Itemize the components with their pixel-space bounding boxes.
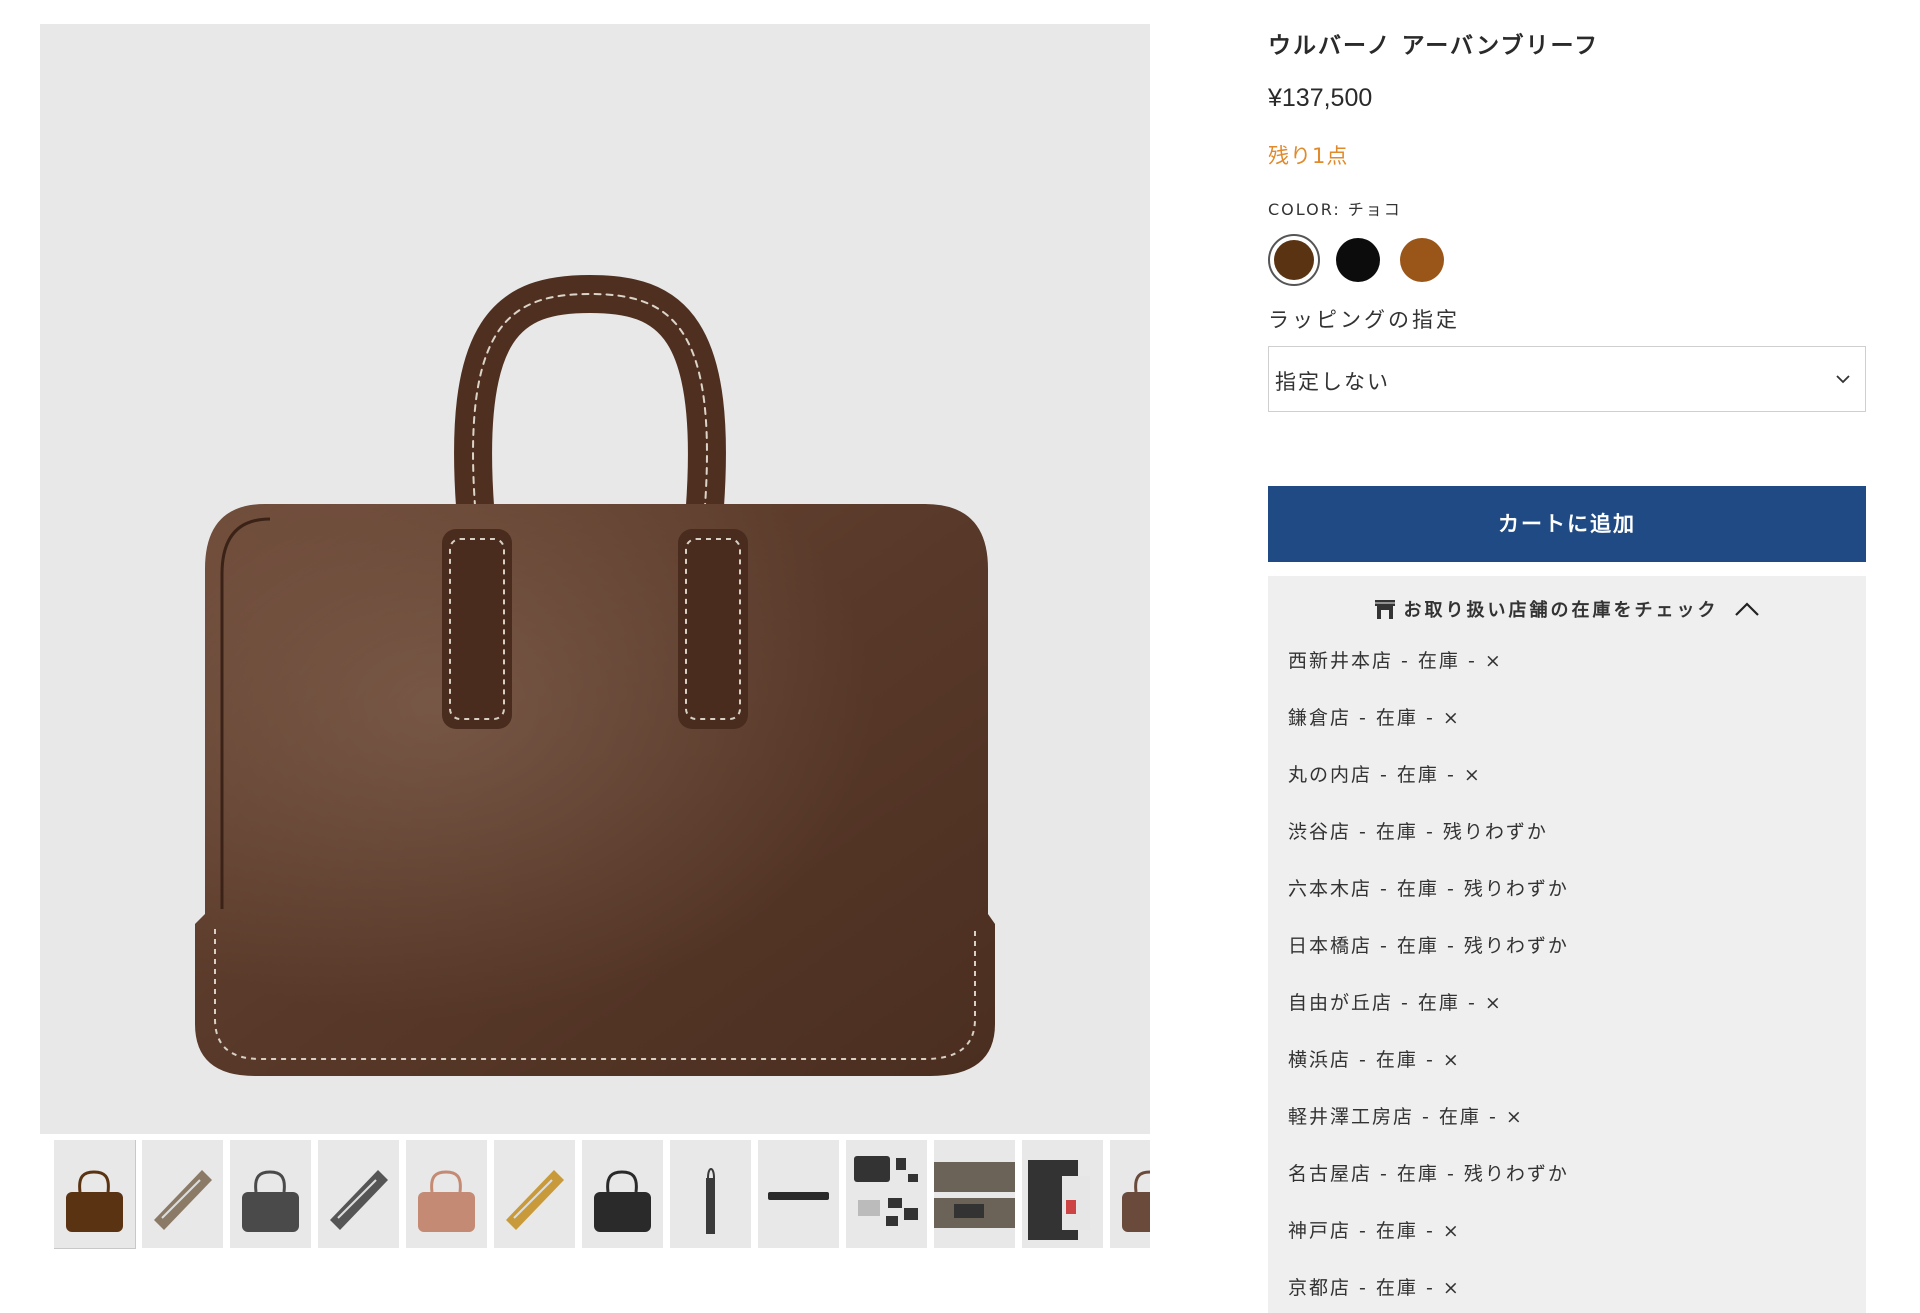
product-title: ウルバーノ アーバンブリーフ: [1268, 33, 1600, 59]
store-stock-item: 鎌倉店 - 在庫 - ×: [1288, 707, 1461, 729]
gallery-thumbnail[interactable]: [318, 1140, 399, 1248]
product-price: ¥137,500: [1268, 84, 1373, 112]
briefcase-illustration: [195, 274, 995, 1076]
thumbnail-strip: [54, 1140, 1150, 1250]
store-stock-panel: お取り扱い店舗の在庫をチェック 西新井本店 - 在庫 - × 鎌倉店 - 在庫 …: [1268, 576, 1866, 1313]
store-stock-item: 軽井澤工房店 - 在庫 - ×: [1288, 1106, 1524, 1128]
color-label: COLOR: チョコ: [1268, 200, 1402, 219]
thumbnail-image: [66, 1170, 123, 1232]
gallery-thumbnail[interactable]: [230, 1140, 311, 1248]
store-stock-item: 京都店 - 在庫 - ×: [1288, 1277, 1461, 1299]
gallery-thumbnail[interactable]: [406, 1140, 487, 1248]
add-to-cart-button[interactable]: カートに追加: [1268, 486, 1866, 562]
gallery-thumbnail[interactable]: [142, 1140, 223, 1248]
stock-remaining-note: 残り1点: [1268, 144, 1349, 168]
gallery-thumbnail[interactable]: [1022, 1140, 1103, 1248]
wrapping-label: ラッピングの指定: [1268, 308, 1460, 332]
color-swatch-choco[interactable]: [1268, 234, 1320, 286]
store-stock-item: 神戸店 - 在庫 - ×: [1288, 1220, 1461, 1242]
thumbnail-image: [1122, 1170, 1150, 1232]
thumbnail-image: [242, 1170, 299, 1232]
store-stock-item: 渋谷店 - 在庫 - 残りわずか: [1288, 821, 1548, 843]
thumbnail-image: [594, 1170, 651, 1232]
product-page: ウルバーノ アーバンブリーフ ¥137,500 残り1点 COLOR: チョコ …: [0, 0, 1920, 1313]
color-swatch-camel[interactable]: [1400, 238, 1444, 282]
gallery-thumbnail[interactable]: [582, 1140, 663, 1248]
wrapping-select[interactable]: 指定しない: [1268, 346, 1866, 412]
store-stock-header: お取り扱い店舗の在庫をチェック: [1403, 600, 1719, 621]
thumbnail-image: [854, 1156, 918, 1226]
gallery-thumbnail[interactable]: [846, 1140, 927, 1248]
store-stock-item: 六本木店 - 在庫 - 残りわずか: [1288, 878, 1569, 900]
color-swatches: [1268, 234, 1468, 286]
thumbnail-image: [706, 1168, 715, 1234]
gallery-thumbnail[interactable]: [494, 1140, 575, 1248]
thumbnail-image: [506, 1170, 564, 1230]
thumbnail-image: [1028, 1160, 1090, 1240]
gallery-thumbnail[interactable]: [54, 1140, 136, 1249]
chevron-down-icon: [1836, 375, 1850, 384]
thumbnail-image: [418, 1170, 475, 1232]
store-stock-item: 名古屋店 - 在庫 - 残りわずか: [1288, 1163, 1569, 1185]
gallery-thumbnail[interactable]: [934, 1140, 1015, 1248]
store-icon: [1374, 600, 1395, 619]
store-stock-item: 自由が丘店 - 在庫 - ×: [1288, 992, 1503, 1014]
main-product-image[interactable]: [40, 24, 1150, 1134]
store-stock-item: 横浜店 - 在庫 - ×: [1288, 1049, 1461, 1071]
store-stock-item: 丸の内店 - 在庫 - ×: [1288, 764, 1482, 786]
gallery-thumbnail[interactable]: [758, 1140, 839, 1248]
chevron-up-icon: [1734, 602, 1759, 616]
thumbnail-image: [330, 1170, 388, 1230]
thumbnail-image: [768, 1192, 829, 1200]
thumbnail-image: [934, 1162, 1015, 1228]
store-stock-item: 西新井本店 - 在庫 - ×: [1288, 650, 1503, 672]
color-swatch-black[interactable]: [1336, 238, 1380, 282]
gallery-thumbnail[interactable]: [670, 1140, 751, 1248]
wrapping-selected-value: 指定しない: [1275, 370, 1390, 394]
thumbnail-image: [154, 1170, 212, 1230]
gallery-thumbnail[interactable]: [1110, 1140, 1150, 1248]
store-stock-toggle[interactable]: お取り扱い店舗の在庫をチェック: [1268, 596, 1866, 628]
store-stock-item: 日本橋店 - 在庫 - 残りわずか: [1288, 935, 1569, 957]
